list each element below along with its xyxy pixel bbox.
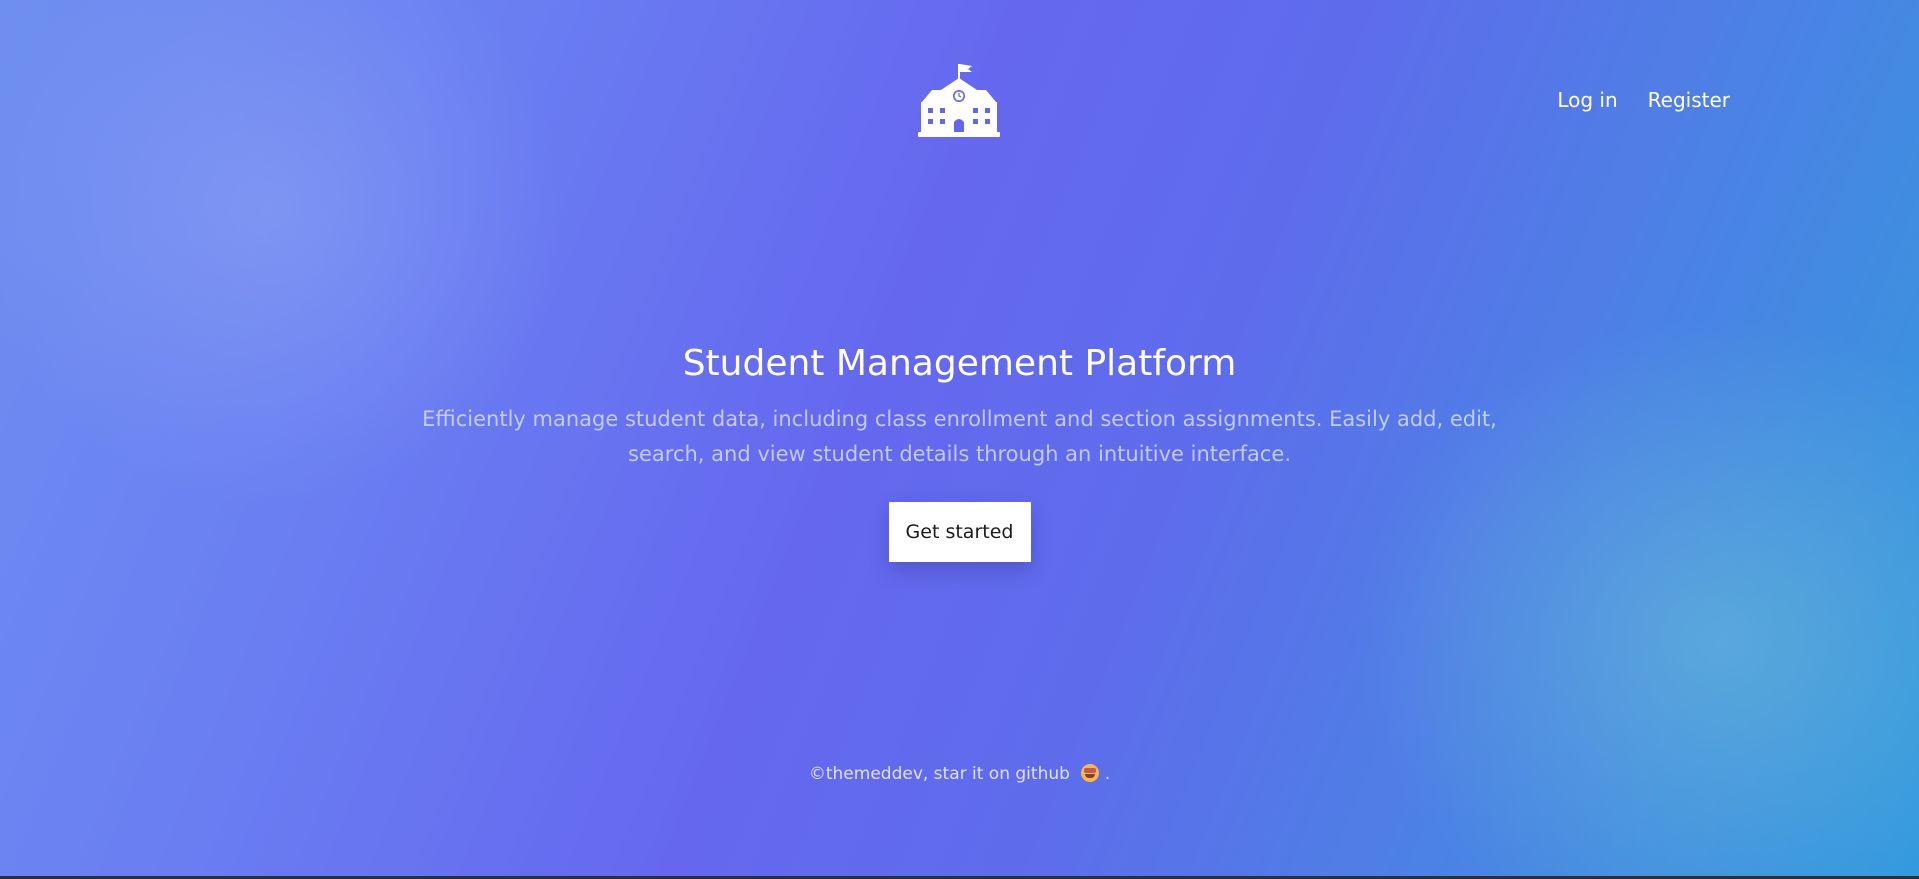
get-started-button[interactable]: Get started xyxy=(888,502,1031,562)
register-link[interactable]: Register xyxy=(1648,86,1730,114)
star-struck-emoji-icon xyxy=(1081,764,1100,782)
hero-description: Efficiently manage student data, includi… xyxy=(422,407,1497,466)
footer-credit-text: ©themeddev, star it on github xyxy=(808,764,1070,784)
school-logo-icon[interactable] xyxy=(918,62,1000,138)
hero-section: Student Management Platform Efficiently … xyxy=(0,340,1919,562)
top-nav: Log in Register xyxy=(1557,86,1730,114)
footer-suffix: . xyxy=(1104,764,1111,784)
footer: ©themeddev, star it on github . xyxy=(0,763,1919,785)
login-link[interactable]: Log in xyxy=(1557,86,1617,114)
page-title: Student Management Platform xyxy=(682,343,1237,384)
